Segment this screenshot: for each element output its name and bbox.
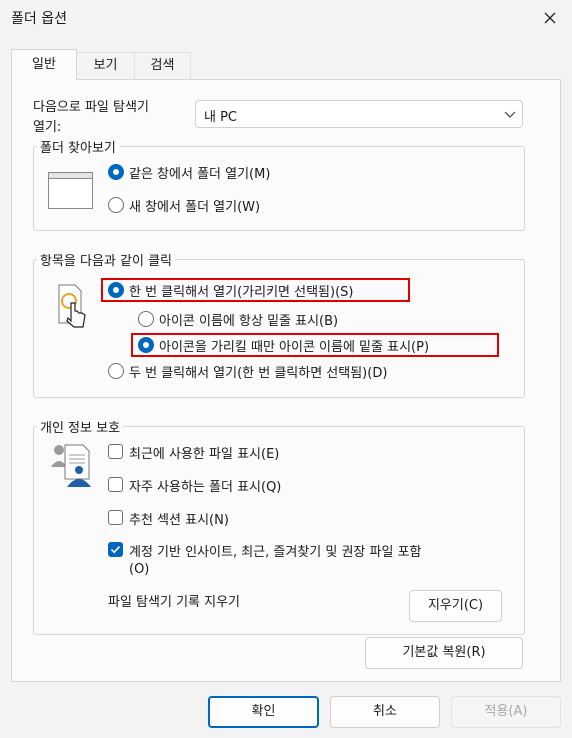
close-icon xyxy=(544,12,556,24)
account-insights-label: 계정 기반 인사이트, 최근, 즐겨찾기 및 권장 파일 포함 xyxy=(129,545,422,560)
open-explorer-dropdown[interactable]: 내 PC xyxy=(195,100,523,128)
apply-button[interactable]: 적용(A) xyxy=(451,696,561,728)
double-click-radio[interactable] xyxy=(108,363,124,379)
frequent-folders-label: 자주 사용하는 폴더 표시(Q) xyxy=(129,480,282,495)
browse-folders-group xyxy=(33,146,525,231)
tab-view-label: 보기 xyxy=(93,58,118,73)
privacy-title: 개인 정보 보호 xyxy=(37,417,124,436)
tab-search[interactable]: 검색 xyxy=(134,52,191,79)
underline-always-radio[interactable] xyxy=(138,311,154,327)
double-click-label: 두 번 클릭해서 열기(한 번 클릭하면 선택됨)(D) xyxy=(129,366,388,381)
tab-search-label: 검색 xyxy=(150,58,175,73)
clear-history-label: 파일 탐색기 기록 지우기 xyxy=(108,595,240,610)
new-window-radio[interactable] xyxy=(108,197,124,213)
tab-general-label: 일반 xyxy=(32,57,56,72)
frequent-folders-checkbox[interactable] xyxy=(108,477,123,492)
same-window-radio[interactable] xyxy=(108,164,124,180)
dialog-title: 폴더 옵션 xyxy=(11,11,67,27)
underline-always-label: 아이콘 이름에 항상 밑줄 표시(B) xyxy=(159,314,339,329)
recommended-section-checkbox[interactable] xyxy=(108,510,123,525)
underline-hover-label: 아이콘을 가리킬 때만 아이콘 이름에 밑줄 표시(P) xyxy=(159,340,430,355)
clear-history-button[interactable]: 지우기(C) xyxy=(409,590,502,622)
click-items-title: 항목을 다음과 같이 클릭 xyxy=(37,250,175,269)
same-window-label: 같은 창에서 폴더 열기(M) xyxy=(129,167,271,182)
open-explorer-value: 내 PC xyxy=(204,110,238,125)
privacy-people-icon xyxy=(51,444,91,487)
single-click-label: 한 번 클릭해서 열기(가리키면 선택됨)(S) xyxy=(129,285,354,300)
single-click-radio[interactable] xyxy=(108,282,124,298)
tab-general[interactable]: 일반 xyxy=(11,49,77,80)
tab-view[interactable]: 보기 xyxy=(76,52,135,79)
open-explorer-label: 다음으로 파일 탐색기 xyxy=(33,100,149,115)
pointer-hand-icon xyxy=(58,284,86,328)
recommended-section-label: 추천 섹션 표시(N) xyxy=(129,513,229,528)
account-insights-label-2: (O) xyxy=(129,562,150,577)
new-window-label: 새 창에서 폴더 열기(W) xyxy=(129,200,261,215)
underline-hover-radio[interactable] xyxy=(138,337,154,353)
recent-files-label: 최근에 사용한 파일 표시(E) xyxy=(129,447,280,462)
account-insights-checkbox[interactable] xyxy=(108,542,123,557)
open-explorer-label-2: 열기: xyxy=(33,120,62,135)
close-button[interactable] xyxy=(538,6,562,30)
restore-defaults-button[interactable]: 기본값 복원(R) xyxy=(365,637,523,669)
window-illustration-icon xyxy=(48,172,93,209)
recent-files-checkbox[interactable] xyxy=(108,444,123,459)
checkmark-icon xyxy=(110,546,121,554)
cancel-button[interactable]: 취소 xyxy=(330,696,440,728)
browse-folders-title: 폴더 찾아보기 xyxy=(37,137,119,156)
chevron-down-icon xyxy=(504,111,516,118)
ok-button[interactable]: 확인 xyxy=(208,696,319,728)
